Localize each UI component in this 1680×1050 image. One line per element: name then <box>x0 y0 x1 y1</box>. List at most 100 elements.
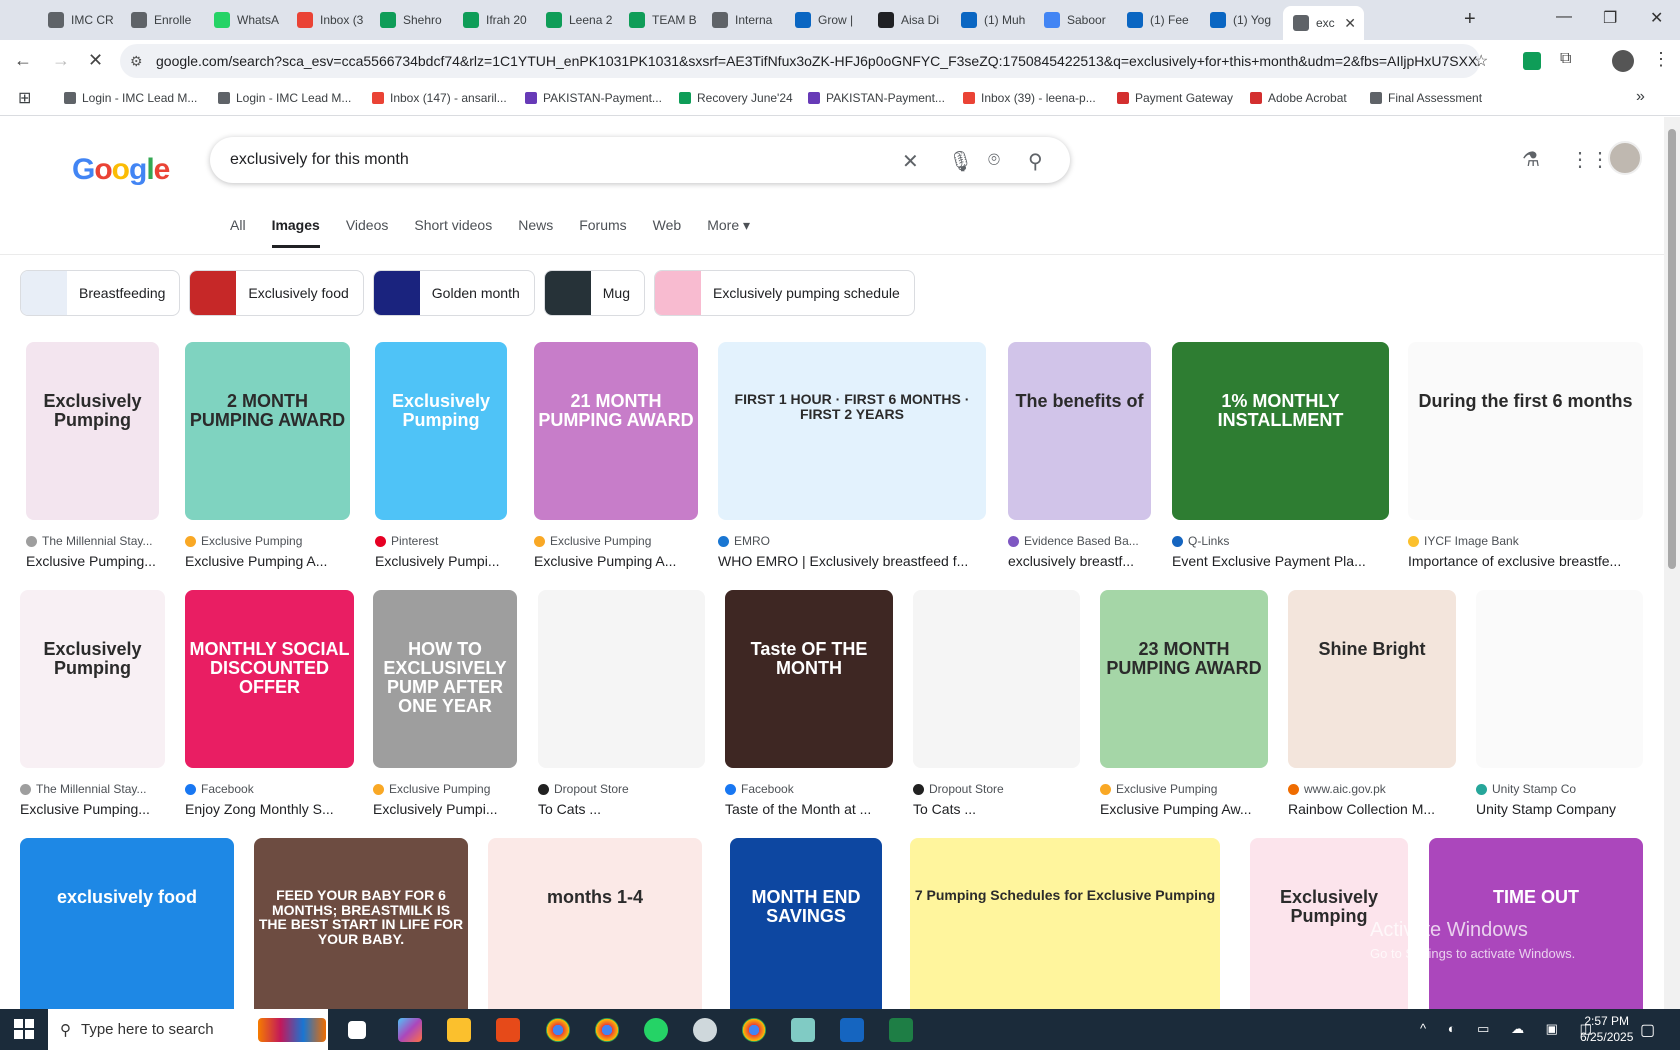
result-source[interactable]: EMRO <box>718 534 986 548</box>
result-image[interactable]: months 1-4 <box>488 838 702 1009</box>
chrome-profile-icon[interactable] <box>595 1018 619 1042</box>
bookmark-item[interactable]: Login - IMC Lead M... <box>64 91 197 105</box>
result-source[interactable]: Facebook <box>725 782 893 796</box>
result-source[interactable]: Dropout Store <box>538 782 705 796</box>
bookmark-item[interactable]: Inbox (39) - leena-p... <box>963 91 1096 105</box>
forward-icon[interactable]: → <box>52 50 70 71</box>
result-source[interactable]: Unity Stamp Co <box>1476 782 1643 796</box>
result-title[interactable]: Importance of exclusive breastfe... <box>1408 553 1649 569</box>
browser-tab[interactable]: IMC CR <box>38 6 119 34</box>
result-source[interactable]: The Millennial Stay... <box>20 782 165 796</box>
refinement-chip[interactable]: Golden month <box>372 270 535 316</box>
result-image[interactable] <box>538 590 705 768</box>
chrome-alt-icon[interactable] <box>742 1018 766 1042</box>
bookmark-star-icon[interactable]: ☆ <box>1474 51 1488 71</box>
refinement-chip[interactable]: Mug <box>543 270 645 316</box>
site-info-icon[interactable]: ⚙ <box>130 53 143 70</box>
result-image[interactable]: The benefits of <box>1008 342 1151 520</box>
result-image[interactable]: Taste OF THE MONTH <box>725 590 893 768</box>
address-bar[interactable]: google.com/search?sca_esv=cca5566734bdcf… <box>120 44 1480 78</box>
google-apps-icon[interactable]: ⋮⋮ <box>1570 147 1610 172</box>
result-title[interactable]: Taste of the Month at ... <box>725 801 899 817</box>
apps-grid-icon[interactable]: ⊞ <box>18 88 31 108</box>
start-button[interactable] <box>14 1019 34 1039</box>
result-source[interactable]: www.aic.gov.pk <box>1288 782 1456 796</box>
refinement-chip[interactable]: Breastfeeding <box>20 270 181 316</box>
result-image[interactable]: Exclusively Pumping <box>375 342 507 520</box>
result-source[interactable]: Exclusive Pumping <box>185 534 350 548</box>
bookmark-item[interactable]: Login - IMC Lead M... <box>218 91 351 105</box>
system-tray-icons[interactable]: ^ ◐ ▭ ☁ ▣ ◫ <box>1420 1021 1601 1037</box>
search-tab[interactable]: All <box>230 217 246 248</box>
result-image[interactable]: FIRST 1 HOUR · FIRST 6 MONTHS · FIRST 2 … <box>718 342 986 520</box>
minimize-icon[interactable]: — <box>1556 8 1572 26</box>
excel-icon[interactable] <box>889 1018 913 1042</box>
account-avatar[interactable] <box>1608 141 1642 175</box>
result-source[interactable]: Evidence Based Ba... <box>1008 534 1151 548</box>
new-tab-button[interactable]: + <box>1464 8 1476 31</box>
result-image[interactable]: 7 Pumping Schedules for Exclusive Pumpin… <box>910 838 1220 1009</box>
result-source[interactable]: Dropout Store <box>913 782 1080 796</box>
search-highlight-icon[interactable] <box>258 1018 326 1042</box>
result-source[interactable]: Exclusive Pumping <box>534 534 698 548</box>
browser-tab[interactable]: WhatsA <box>204 6 285 34</box>
result-image[interactable] <box>1476 590 1643 768</box>
result-image[interactable]: 2 MONTH PUMPING AWARD <box>185 342 350 520</box>
stop-loading-icon[interactable]: ✕ <box>88 50 103 71</box>
browser-tab[interactable]: Saboor <box>1034 6 1115 34</box>
search-icon[interactable]: ⚲ <box>1028 149 1043 174</box>
whatsapp-icon[interactable] <box>644 1018 668 1042</box>
app-icon[interactable] <box>693 1018 717 1042</box>
file-explorer-icon[interactable] <box>447 1018 471 1042</box>
result-source[interactable]: Exclusive Pumping <box>1100 782 1268 796</box>
result-image[interactable] <box>913 590 1080 768</box>
back-icon[interactable]: ← <box>14 50 32 71</box>
browser-tab[interactable]: (1) Yog <box>1200 6 1281 34</box>
result-source[interactable]: The Millennial Stay... <box>26 534 159 548</box>
bookmark-item[interactable]: PAKISTAN-Payment... <box>525 91 662 105</box>
browser-tab[interactable]: (1) Fee <box>1117 6 1198 34</box>
browser-menu-icon[interactable]: ⋮ <box>1652 49 1670 70</box>
scroll-thumb[interactable] <box>1668 129 1676 569</box>
bookmarks-overflow-icon[interactable]: » <box>1636 88 1645 106</box>
voice-search-icon[interactable]: 🎙 <box>948 149 973 174</box>
result-title[interactable]: WHO EMRO | Exclusively breastfeed f... <box>718 553 992 569</box>
bookmark-item[interactable]: Final Assessment <box>1370 91 1482 105</box>
labs-flask-icon[interactable]: ⚗ <box>1522 147 1540 172</box>
close-window-icon[interactable]: ✕ <box>1650 8 1663 28</box>
result-image[interactable]: Exclusively Pumping <box>26 342 159 520</box>
search-box[interactable]: exclusively for this month ✕ 🎙 ⌾ ⚲ <box>210 137 1070 183</box>
result-source[interactable]: Exclusive Pumping <box>373 782 517 796</box>
search-input[interactable]: exclusively for this month <box>230 151 409 169</box>
result-title[interactable]: Exclusively Pumpi... <box>375 553 513 569</box>
search-tab[interactable]: News <box>518 217 553 248</box>
result-source[interactable]: IYCF Image Bank <box>1408 534 1643 548</box>
browser-tab[interactable]: (1) Muh <box>951 6 1032 34</box>
result-image[interactable]: Shine Bright <box>1288 590 1456 768</box>
copilot-icon[interactable] <box>398 1018 422 1042</box>
notepad-icon[interactable] <box>791 1018 815 1042</box>
browser-tab[interactable]: Inbox (3 <box>287 6 368 34</box>
result-image[interactable]: FEED YOUR BABY FOR 6 MONTHS; BREASTMILK … <box>254 838 468 1009</box>
browser-tab[interactable]: Interna <box>702 6 783 34</box>
result-title[interactable]: Event Exclusive Payment Pla... <box>1172 553 1395 569</box>
browser-tab[interactable]: Grow | <box>785 6 866 34</box>
result-image[interactable]: During the first 6 months <box>1408 342 1643 520</box>
result-title[interactable]: Exclusive Pumping... <box>20 801 171 817</box>
result-title[interactable]: To Cats ... <box>538 801 711 817</box>
task-view-icon[interactable] <box>348 1021 366 1039</box>
extension-icon[interactable] <box>1523 52 1541 70</box>
taskbar-clock[interactable]: 2:57 PM 6/25/2025 <box>1580 1013 1633 1045</box>
chrome-icon[interactable] <box>546 1018 570 1042</box>
bookmark-item[interactable]: Recovery June'24 <box>679 91 793 105</box>
result-image[interactable]: MONTH END SAVINGS <box>730 838 882 1009</box>
browser-tab[interactable]: Aisa Di <box>868 6 949 34</box>
bookmark-item[interactable]: Payment Gateway <box>1117 91 1233 105</box>
clear-search-icon[interactable]: ✕ <box>902 149 919 174</box>
bookmark-item[interactable]: PAKISTAN-Payment... <box>808 91 945 105</box>
lens-search-icon[interactable]: ⌾ <box>988 149 1000 172</box>
result-title[interactable]: Enjoy Zong Monthly S... <box>185 801 360 817</box>
page-scrollbar[interactable] <box>1664 117 1680 1009</box>
browser-tab[interactable]: TEAM B <box>619 6 700 34</box>
result-title[interactable]: To Cats ... <box>913 801 1086 817</box>
